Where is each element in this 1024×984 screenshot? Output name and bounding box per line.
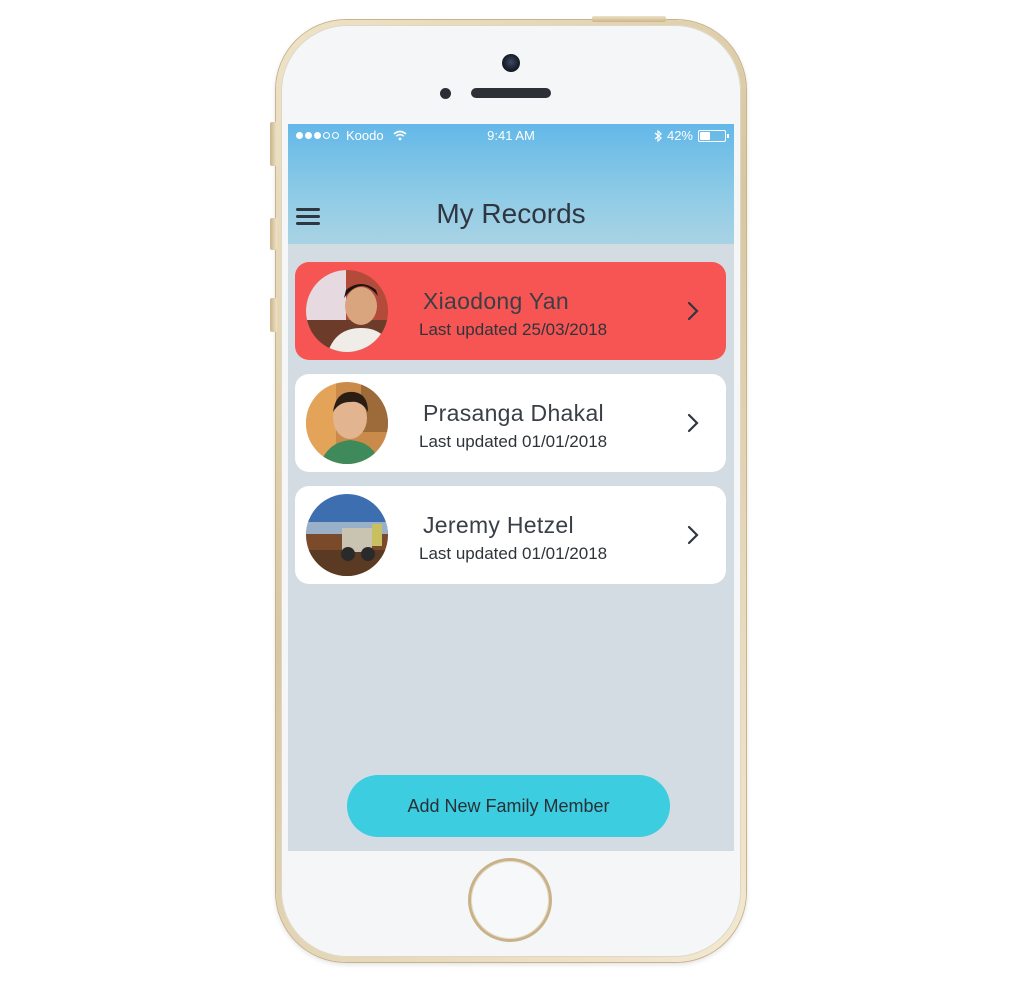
avatar: [306, 494, 388, 576]
record-last-updated: Last updated 01/01/2018: [419, 432, 608, 451]
record-last-updated: Last updated 01/01/2018: [419, 544, 608, 563]
avatar: [306, 382, 388, 464]
chevron-right-icon: [687, 301, 699, 321]
power-button: [592, 16, 666, 22]
battery-tip: [727, 133, 729, 138]
record-name: Xiaodong Yan: [423, 288, 569, 314]
battery-icon: [698, 129, 729, 142]
add-family-member-button[interactable]: Add New Family Member: [347, 775, 670, 837]
home-button[interactable]: [468, 858, 552, 942]
page-title: My Records: [436, 198, 586, 229]
record-last-updated: Last updated 25/03/2018: [419, 320, 608, 339]
record-card-xiaodong-yan[interactable]: Xiaodong Yan Last updated 25/03/2018: [295, 262, 726, 360]
status-right: 42%: [654, 128, 729, 143]
volume-up-button: [270, 218, 277, 250]
record-card-prasanga-dhakal[interactable]: Prasanga Dhakal Last updated 01/01/2018: [295, 374, 726, 472]
mute-switch: [270, 122, 277, 166]
front-camera-icon: [502, 54, 520, 72]
record-name: Prasanga Dhakal: [423, 400, 604, 426]
app-screen: Koodo 9:41 AM 42% My Records Xiaodong Ya…: [288, 124, 734, 851]
battery-percent: 42%: [666, 128, 693, 143]
proximity-sensor: [440, 88, 451, 99]
bluetooth-icon: [654, 129, 662, 142]
battery-level: [700, 131, 711, 140]
record-card-jeremy-hetzel[interactable]: Jeremy Hetzel Last updated 01/01/2018: [295, 486, 726, 584]
status-bar: Koodo 9:41 AM 42%: [288, 124, 734, 146]
earpiece-speaker: [471, 88, 551, 98]
app-header: Koodo 9:41 AM 42% My Records: [288, 124, 734, 244]
chevron-right-icon: [687, 525, 699, 545]
avatar: [306, 270, 388, 352]
chevron-right-icon: [687, 413, 699, 433]
record-name: Jeremy Hetzel: [423, 512, 574, 538]
volume-down-button: [270, 298, 277, 332]
